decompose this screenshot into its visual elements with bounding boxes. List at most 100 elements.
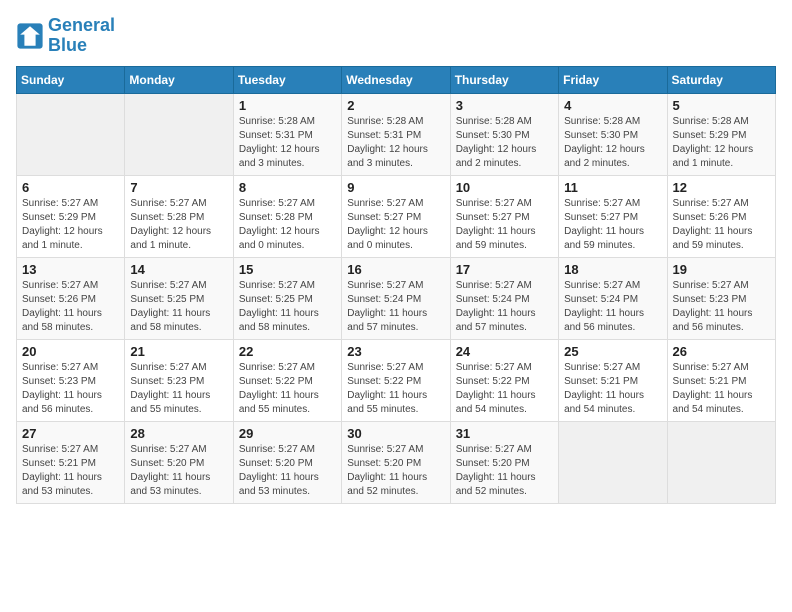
calendar-body: 1 Sunrise: 5:28 AM Sunset: 5:31 PM Daylig… bbox=[17, 93, 776, 503]
day-number: 25 bbox=[564, 344, 661, 359]
header-cell-thursday: Thursday bbox=[450, 66, 558, 93]
day-number: 20 bbox=[22, 344, 119, 359]
calendar-cell: 29 Sunrise: 5:27 AM Sunset: 5:20 PM Dayli… bbox=[233, 421, 341, 503]
day-number: 11 bbox=[564, 180, 661, 195]
day-number: 13 bbox=[22, 262, 119, 277]
day-number: 2 bbox=[347, 98, 444, 113]
day-info: Sunrise: 5:27 AM Sunset: 5:22 PM Dayligh… bbox=[239, 361, 336, 417]
logo-icon bbox=[16, 22, 44, 50]
day-info: Sunrise: 5:28 AM Sunset: 5:31 PM Dayligh… bbox=[347, 115, 444, 171]
day-info: Sunrise: 5:27 AM Sunset: 5:21 PM Dayligh… bbox=[673, 361, 770, 417]
day-info: Sunrise: 5:27 AM Sunset: 5:23 PM Dayligh… bbox=[130, 361, 227, 417]
day-info: Sunrise: 5:27 AM Sunset: 5:20 PM Dayligh… bbox=[130, 443, 227, 499]
day-info: Sunrise: 5:27 AM Sunset: 5:28 PM Dayligh… bbox=[239, 197, 336, 253]
day-info: Sunrise: 5:28 AM Sunset: 5:30 PM Dayligh… bbox=[456, 115, 553, 171]
calendar-cell: 25 Sunrise: 5:27 AM Sunset: 5:21 PM Dayli… bbox=[559, 339, 667, 421]
day-info: Sunrise: 5:27 AM Sunset: 5:26 PM Dayligh… bbox=[673, 197, 770, 253]
header-cell-tuesday: Tuesday bbox=[233, 66, 341, 93]
calendar-week-2: 13 Sunrise: 5:27 AM Sunset: 5:26 PM Dayli… bbox=[17, 257, 776, 339]
page-header: General Blue bbox=[16, 16, 776, 56]
header-cell-wednesday: Wednesday bbox=[342, 66, 450, 93]
day-info: Sunrise: 5:27 AM Sunset: 5:25 PM Dayligh… bbox=[130, 279, 227, 335]
calendar-cell: 24Sunrise: 5:27 AM Sunset: 5:22 PM Dayli… bbox=[450, 339, 558, 421]
calendar-cell: 8 Sunrise: 5:27 AM Sunset: 5:28 PM Daylig… bbox=[233, 175, 341, 257]
calendar-week-3: 20 Sunrise: 5:27 AM Sunset: 5:23 PM Dayli… bbox=[17, 339, 776, 421]
header-row: SundayMondayTuesdayWednesdayThursdayFrid… bbox=[17, 66, 776, 93]
calendar-cell: 7Sunrise: 5:27 AM Sunset: 5:28 PM Daylig… bbox=[125, 175, 233, 257]
day-number: 22 bbox=[239, 344, 336, 359]
calendar-cell: 28 Sunrise: 5:27 AM Sunset: 5:20 PM Dayli… bbox=[125, 421, 233, 503]
day-number: 6 bbox=[22, 180, 119, 195]
day-info: Sunrise: 5:27 AM Sunset: 5:20 PM Dayligh… bbox=[239, 443, 336, 499]
calendar-cell bbox=[17, 93, 125, 175]
calendar-cell: 20 Sunrise: 5:27 AM Sunset: 5:23 PM Dayli… bbox=[17, 339, 125, 421]
day-info: Sunrise: 5:27 AM Sunset: 5:20 PM Dayligh… bbox=[347, 443, 444, 499]
day-number: 26 bbox=[673, 344, 770, 359]
day-number: 7 bbox=[130, 180, 227, 195]
day-info: Sunrise: 5:27 AM Sunset: 5:26 PM Dayligh… bbox=[22, 279, 119, 335]
day-info: Sunrise: 5:27 AM Sunset: 5:21 PM Dayligh… bbox=[22, 443, 119, 499]
calendar-cell: 13 Sunrise: 5:27 AM Sunset: 5:26 PM Dayli… bbox=[17, 257, 125, 339]
day-info: Sunrise: 5:27 AM Sunset: 5:27 PM Dayligh… bbox=[564, 197, 661, 253]
calendar-table: SundayMondayTuesdayWednesdayThursdayFrid… bbox=[16, 66, 776, 504]
day-info: Sunrise: 5:27 AM Sunset: 5:23 PM Dayligh… bbox=[673, 279, 770, 335]
day-info: Sunrise: 5:27 AM Sunset: 5:23 PM Dayligh… bbox=[22, 361, 119, 417]
logo: General Blue bbox=[16, 16, 115, 56]
day-info: Sunrise: 5:27 AM Sunset: 5:21 PM Dayligh… bbox=[564, 361, 661, 417]
day-info: Sunrise: 5:28 AM Sunset: 5:31 PM Dayligh… bbox=[239, 115, 336, 171]
day-number: 5 bbox=[673, 98, 770, 113]
calendar-cell: 11 Sunrise: 5:27 AM Sunset: 5:27 PM Dayli… bbox=[559, 175, 667, 257]
calendar-cell: 18Sunrise: 5:27 AM Sunset: 5:24 PM Dayli… bbox=[559, 257, 667, 339]
day-info: Sunrise: 5:27 AM Sunset: 5:27 PM Dayligh… bbox=[347, 197, 444, 253]
calendar-cell: 17 Sunrise: 5:27 AM Sunset: 5:24 PM Dayli… bbox=[450, 257, 558, 339]
day-info: Sunrise: 5:28 AM Sunset: 5:29 PM Dayligh… bbox=[673, 115, 770, 171]
day-number: 10 bbox=[456, 180, 553, 195]
logo-text: General Blue bbox=[48, 16, 115, 56]
day-info: Sunrise: 5:27 AM Sunset: 5:25 PM Dayligh… bbox=[239, 279, 336, 335]
calendar-cell: 19 Sunrise: 5:27 AM Sunset: 5:23 PM Dayli… bbox=[667, 257, 775, 339]
day-number: 12 bbox=[673, 180, 770, 195]
calendar-header: SundayMondayTuesdayWednesdayThursdayFrid… bbox=[17, 66, 776, 93]
header-cell-saturday: Saturday bbox=[667, 66, 775, 93]
calendar-cell: 5 Sunrise: 5:28 AM Sunset: 5:29 PM Daylig… bbox=[667, 93, 775, 175]
calendar-cell: 2 Sunrise: 5:28 AM Sunset: 5:31 PM Daylig… bbox=[342, 93, 450, 175]
calendar-cell bbox=[559, 421, 667, 503]
day-number: 23 bbox=[347, 344, 444, 359]
calendar-cell: 1 Sunrise: 5:28 AM Sunset: 5:31 PM Daylig… bbox=[233, 93, 341, 175]
day-number: 30 bbox=[347, 426, 444, 441]
calendar-cell: 31Sunrise: 5:27 AM Sunset: 5:20 PM Dayli… bbox=[450, 421, 558, 503]
day-info: Sunrise: 5:27 AM Sunset: 5:24 PM Dayligh… bbox=[564, 279, 661, 335]
day-number: 21 bbox=[130, 344, 227, 359]
day-number: 29 bbox=[239, 426, 336, 441]
day-number: 15 bbox=[239, 262, 336, 277]
calendar-cell: 30 Sunrise: 5:27 AM Sunset: 5:20 PM Dayli… bbox=[342, 421, 450, 503]
day-number: 8 bbox=[239, 180, 336, 195]
calendar-cell: 22 Sunrise: 5:27 AM Sunset: 5:22 PM Dayli… bbox=[233, 339, 341, 421]
day-number: 27 bbox=[22, 426, 119, 441]
calendar-cell: 10 Sunrise: 5:27 AM Sunset: 5:27 PM Dayli… bbox=[450, 175, 558, 257]
calendar-cell: 4Sunrise: 5:28 AM Sunset: 5:30 PM Daylig… bbox=[559, 93, 667, 175]
day-info: Sunrise: 5:27 AM Sunset: 5:22 PM Dayligh… bbox=[347, 361, 444, 417]
calendar-week-0: 1 Sunrise: 5:28 AM Sunset: 5:31 PM Daylig… bbox=[17, 93, 776, 175]
calendar-cell bbox=[667, 421, 775, 503]
day-number: 31 bbox=[456, 426, 553, 441]
day-number: 9 bbox=[347, 180, 444, 195]
calendar-cell: 15 Sunrise: 5:27 AM Sunset: 5:25 PM Dayli… bbox=[233, 257, 341, 339]
calendar-week-1: 6 Sunrise: 5:27 AM Sunset: 5:29 PM Daylig… bbox=[17, 175, 776, 257]
calendar-cell: 9 Sunrise: 5:27 AM Sunset: 5:27 PM Daylig… bbox=[342, 175, 450, 257]
day-number: 19 bbox=[673, 262, 770, 277]
day-number: 1 bbox=[239, 98, 336, 113]
day-number: 28 bbox=[130, 426, 227, 441]
calendar-cell: 16Sunrise: 5:27 AM Sunset: 5:24 PM Dayli… bbox=[342, 257, 450, 339]
day-number: 24 bbox=[456, 344, 553, 359]
day-info: Sunrise: 5:27 AM Sunset: 5:29 PM Dayligh… bbox=[22, 197, 119, 253]
day-info: Sunrise: 5:27 AM Sunset: 5:27 PM Dayligh… bbox=[456, 197, 553, 253]
calendar-cell: 12 Sunrise: 5:27 AM Sunset: 5:26 PM Dayli… bbox=[667, 175, 775, 257]
calendar-cell: 26 Sunrise: 5:27 AM Sunset: 5:21 PM Dayli… bbox=[667, 339, 775, 421]
day-info: Sunrise: 5:27 AM Sunset: 5:24 PM Dayligh… bbox=[456, 279, 553, 335]
day-number: 14 bbox=[130, 262, 227, 277]
calendar-cell: 27 Sunrise: 5:27 AM Sunset: 5:21 PM Dayli… bbox=[17, 421, 125, 503]
day-number: 17 bbox=[456, 262, 553, 277]
calendar-cell: 23 Sunrise: 5:27 AM Sunset: 5:22 PM Dayli… bbox=[342, 339, 450, 421]
header-cell-monday: Monday bbox=[125, 66, 233, 93]
